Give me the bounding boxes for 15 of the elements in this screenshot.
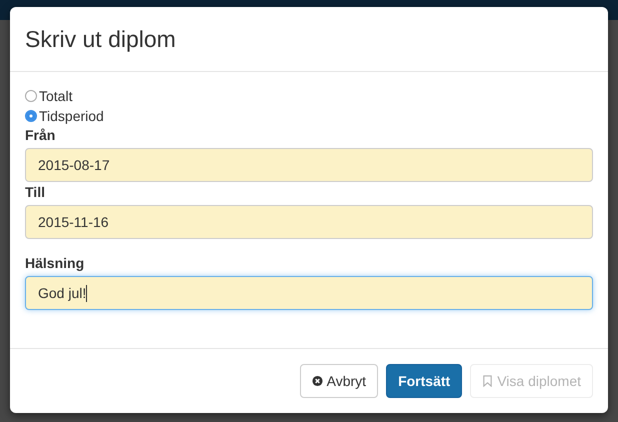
field-label: Till (25, 184, 46, 200)
field-label: Hälsning (25, 255, 86, 271)
continue-button[interactable]: Fortsätt (386, 364, 462, 398)
field-label: Från (25, 127, 56, 143)
input-field[interactable]: 2015-08-17 (25, 148, 593, 182)
input-field[interactable]: 2015-11-16 (25, 205, 593, 239)
close-icon (312, 375, 323, 387)
bookmark-icon (482, 375, 494, 387)
radio-label: Totalt (39, 88, 72, 104)
radio-label: Tidsperiod (39, 108, 104, 124)
input-field[interactable]: God jul! (25, 276, 593, 310)
cancel-button[interactable]: Avbryt (300, 364, 378, 398)
radio-button[interactable] (25, 110, 37, 122)
radio-button[interactable] (25, 90, 37, 102)
dialog-title: Skriv ut diplom (25, 26, 176, 52)
